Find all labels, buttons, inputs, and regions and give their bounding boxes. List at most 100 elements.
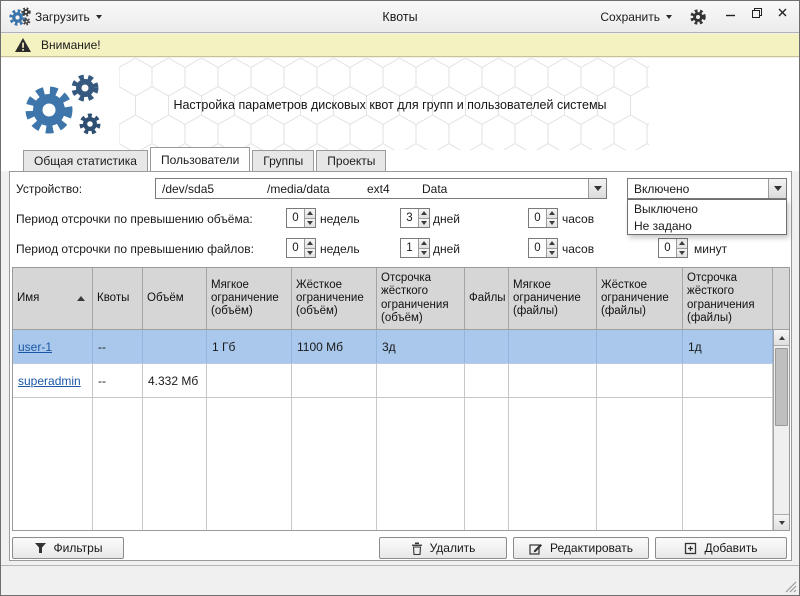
weeks-unit-label: недель (320, 212, 360, 226)
spin-down-button[interactable] (419, 218, 429, 228)
delete-button[interactable]: Удалить (379, 537, 507, 559)
cell-soft-files (509, 364, 597, 397)
spinner-buttons (304, 209, 315, 227)
spin-down-button[interactable] (547, 248, 557, 258)
spinner-value: 0 (529, 209, 546, 227)
column-header-quotas[interactable]: Квоты (93, 268, 143, 329)
save-menu-button[interactable]: Сохранить (600, 1, 672, 33)
hours-unit-label: часов (562, 212, 594, 226)
spin-up-button[interactable] (547, 209, 557, 218)
spin-down-button[interactable] (419, 248, 429, 258)
warning-banner: Внимание! (1, 34, 799, 57)
grace-volume-hours-spinner[interactable]: 0 (528, 208, 558, 228)
spin-up-button[interactable] (305, 239, 315, 248)
add-button[interactable]: Добавить (655, 537, 787, 559)
user-link[interactable]: superadmin (18, 374, 81, 388)
dropdown-option-disabled[interactable]: Выключено (628, 200, 786, 217)
scroll-down-button[interactable] (774, 514, 789, 530)
close-button[interactable] (776, 6, 789, 19)
grace-files-minutes-spinner[interactable]: 0 (658, 238, 688, 258)
table-vertical-scrollbar[interactable] (773, 330, 789, 530)
cell-grace-files: 1д (683, 330, 773, 363)
spin-up-button[interactable] (677, 239, 687, 248)
tab-users[interactable]: Пользователи (150, 147, 250, 171)
quota-status-dropdown-button[interactable] (768, 179, 786, 198)
chevron-down-icon (594, 186, 602, 191)
edit-button[interactable]: Редактировать (513, 537, 649, 559)
spin-up-button[interactable] (547, 239, 557, 248)
grace-files-weeks-spinner[interactable]: 0 (286, 238, 316, 258)
sort-ascending-icon (77, 296, 85, 301)
cell-quotas: -- (93, 364, 143, 397)
device-volume-label: Data (422, 182, 447, 196)
load-menu-label: Загрузить (35, 10, 90, 24)
spinner-value: 0 (287, 209, 304, 227)
spin-down-icon (421, 221, 427, 225)
scroll-down-icon (779, 521, 785, 525)
spinner-value: 0 (287, 239, 304, 257)
column-header-name[interactable]: Имя (13, 268, 93, 329)
spin-up-button[interactable] (305, 209, 315, 218)
status-bar (1, 565, 799, 595)
spin-down-icon (549, 251, 555, 255)
filters-button[interactable]: Фильтры (12, 537, 124, 559)
minimize-button[interactable] (724, 6, 737, 19)
tab-bar: Общая статистика Пользователи Группы Про… (9, 148, 791, 171)
quota-status-combo[interactable]: Включено (627, 178, 787, 199)
spin-down-button[interactable] (305, 218, 315, 228)
column-header-soft-files[interactable]: Мягкое ограничение (файлы) (509, 268, 597, 329)
grace-files-days-spinner[interactable]: 1 (400, 238, 430, 258)
column-header-grace-volume[interactable]: Отсрочка жёсткого ограничения (объём) (377, 268, 465, 329)
scrollbar-thumb[interactable] (775, 348, 788, 426)
cell-name: superadmin (13, 364, 93, 397)
spin-up-button[interactable] (419, 239, 429, 248)
column-header-soft-volume[interactable]: Мягкое ограничение (объём) (207, 268, 292, 329)
spin-down-button[interactable] (547, 218, 557, 228)
spinner-buttons (304, 239, 315, 257)
spin-down-icon (549, 221, 555, 225)
column-header-volume[interactable]: Объём (143, 268, 207, 329)
weeks-unit-label: недель (320, 242, 360, 256)
scroll-up-icon (779, 336, 785, 340)
grace-files-hours-spinner[interactable]: 0 (528, 238, 558, 258)
resize-grip-icon[interactable] (784, 580, 797, 593)
titlebar-right-controls: Сохранить (600, 1, 789, 33)
maximize-button[interactable] (750, 6, 763, 19)
chevron-down-icon (774, 186, 782, 191)
device-label: Устройство: (16, 182, 82, 196)
column-header-files[interactable]: Файлы (465, 268, 509, 329)
cell-volume (143, 330, 207, 363)
spin-down-button[interactable] (305, 248, 315, 258)
tab-general-statistics[interactable]: Общая статистика (23, 150, 148, 171)
spin-up-icon (679, 241, 685, 245)
grace-volume-weeks-spinner[interactable]: 0 (286, 208, 316, 228)
column-header-grace-files[interactable]: Отсрочка жёсткого ограничения (файлы) (683, 268, 773, 329)
cell-volume: 4.332 Мб (143, 364, 207, 397)
grace-volume-days-spinner[interactable]: 3 (400, 208, 430, 228)
load-menu-button[interactable]: Загрузить (35, 1, 102, 33)
cell-name: user-1 (13, 330, 93, 363)
settings-gear-icon[interactable] (689, 8, 707, 26)
spin-down-button[interactable] (677, 248, 687, 258)
spinner-value: 3 (401, 209, 418, 227)
add-icon (684, 542, 697, 555)
device-combo-dropdown-button[interactable] (588, 179, 606, 198)
dropdown-option-unset[interactable]: Не задано (628, 217, 786, 234)
column-header-hard-files[interactable]: Жёсткое ограничение (файлы) (597, 268, 683, 329)
spin-up-button[interactable] (419, 209, 429, 218)
spin-up-icon (307, 241, 313, 245)
tab-groups[interactable]: Группы (252, 150, 314, 171)
device-combo[interactable]: /dev/sda5 /media/data ext4 Data (155, 178, 607, 199)
table-row[interactable]: user-1 -- 1 Гб 1100 Мб 3д 1д (13, 330, 789, 364)
user-link[interactable]: user-1 (18, 340, 52, 354)
column-header-hard-volume[interactable]: Жёсткое ограничение (объём) (292, 268, 377, 329)
close-icon (777, 7, 788, 18)
minimize-icon (725, 7, 736, 18)
table-row[interactable]: superadmin -- 4.332 Мб (13, 364, 789, 398)
tab-projects[interactable]: Проекты (316, 150, 386, 171)
save-menu-label: Сохранить (600, 10, 660, 24)
cell-hard-files (597, 364, 683, 397)
quota-table: Имя Квоты Объём Мягкое ограничение (объё… (12, 267, 790, 531)
scrollbar-track[interactable] (774, 346, 789, 514)
scroll-up-button[interactable] (774, 330, 789, 346)
